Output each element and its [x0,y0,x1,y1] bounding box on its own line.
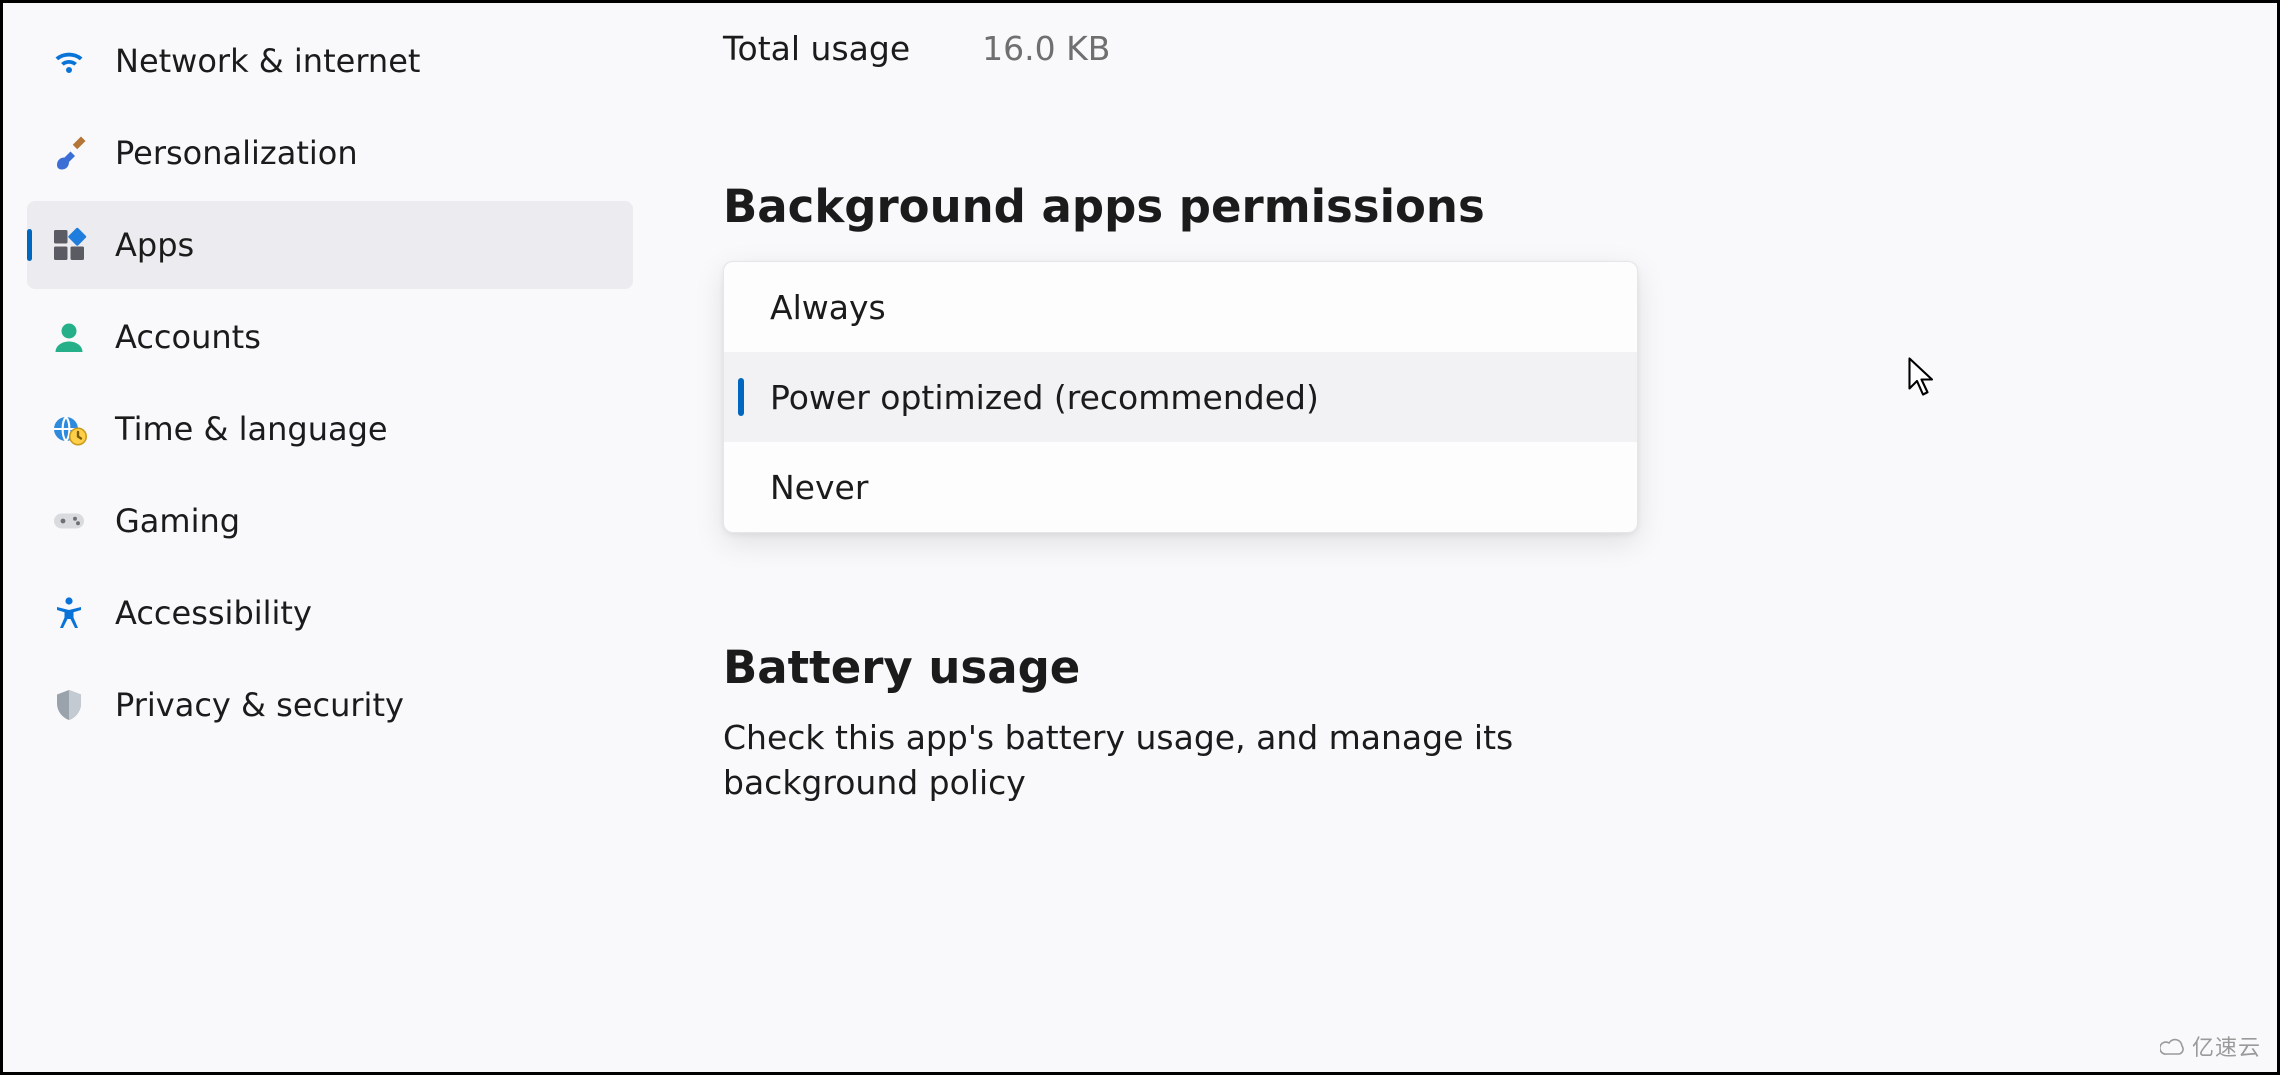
background-apps-heading: Background apps permissions [723,180,2277,233]
total-usage-row: Total usage 16.0 KB [723,29,2277,68]
sidebar-item-label: Privacy & security [99,686,404,724]
dropdown-option-label: Always [770,288,886,327]
sidebar-item-gaming[interactable]: Gaming [27,477,633,565]
sidebar-item-label: Network & internet [99,42,420,80]
settings-window: Network & internet Personalization Apps … [0,0,2280,1075]
apps-icon [39,227,99,263]
paintbrush-icon [39,135,99,171]
person-icon [39,319,99,355]
dropdown-option-never[interactable]: Never [724,442,1637,532]
wifi-icon [39,43,99,79]
settings-sidebar: Network & internet Personalization Apps … [3,3,643,1072]
sidebar-item-label: Time & language [99,410,388,448]
background-apps-dropdown[interactable]: Always Power optimized (recommended) Nev… [723,261,1638,533]
total-usage-label: Total usage [723,29,910,68]
accessibility-icon [39,595,99,631]
battery-usage-description: Check this app's battery usage, and mana… [723,716,1683,805]
watermark-text: 亿速云 [2192,1030,2261,1062]
sidebar-item-label: Accounts [99,318,261,356]
sidebar-item-personalization[interactable]: Personalization [27,109,633,197]
sidebar-item-privacy-security[interactable]: Privacy & security [27,661,633,749]
sidebar-item-accounts[interactable]: Accounts [27,293,633,381]
watermark: 亿速云 [2160,1030,2261,1062]
sidebar-item-network[interactable]: Network & internet [27,17,633,105]
sidebar-item-label: Personalization [99,134,358,172]
total-usage-value: 16.0 KB [982,29,1110,68]
dropdown-option-power-optimized[interactable]: Power optimized (recommended) [724,352,1637,442]
dropdown-option-label: Power optimized (recommended) [770,378,1319,417]
shield-icon [39,687,99,723]
sidebar-item-label: Apps [99,226,194,264]
settings-main-panel: Total usage 16.0 KB Background apps perm… [643,3,2277,1072]
battery-usage-heading: Battery usage [723,641,2277,694]
globe-clock-icon [39,411,99,447]
sidebar-item-time-language[interactable]: Time & language [27,385,633,473]
dropdown-option-label: Never [770,468,868,507]
sidebar-item-apps[interactable]: Apps [27,201,633,289]
gamepad-icon [39,503,99,539]
sidebar-item-label: Gaming [99,502,240,540]
dropdown-option-always[interactable]: Always [724,262,1637,352]
cloud-icon [2160,1036,2186,1056]
sidebar-item-accessibility[interactable]: Accessibility [27,569,633,657]
sidebar-item-label: Accessibility [99,594,312,632]
